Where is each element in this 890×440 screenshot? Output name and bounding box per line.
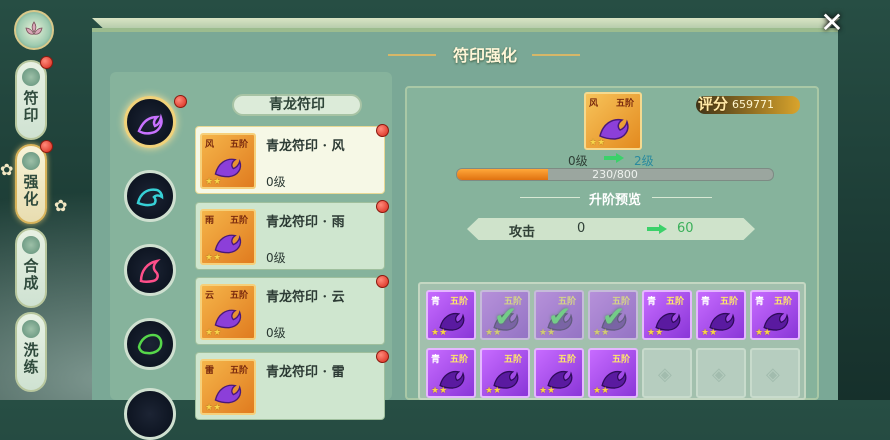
- close-button[interactable]: ✕: [812, 8, 852, 38]
- close-x-icon: ✕: [820, 6, 844, 39]
- material-slot[interactable]: 五阶 ★★: [588, 348, 638, 398]
- stat-preview-bar: 攻击 0 60: [467, 218, 755, 240]
- checkmark-icon: ✔: [494, 300, 518, 333]
- tab-hecheng-icon: [22, 236, 40, 254]
- list-header: 青龙符印: [232, 94, 362, 116]
- exp-progress-text: 230/800: [592, 168, 638, 181]
- notification-dot: [376, 200, 389, 213]
- star-rating-icon: ★★: [431, 386, 448, 396]
- notification-dot: [40, 140, 53, 153]
- tab-qianghua-icon: [22, 152, 40, 170]
- talisman-thumb-icon: 风五阶 ★★: [200, 133, 256, 189]
- star-rating-icon: ★★: [205, 328, 222, 338]
- score-label: 评分: [698, 95, 729, 113]
- list-item-name: 青龙符印 · 雨: [266, 215, 345, 230]
- list-item-name: 青龙符印 · 风: [266, 139, 345, 154]
- star-rating-icon: ★★: [431, 328, 448, 338]
- star-rating-icon: ★★: [589, 138, 606, 148]
- material-slot[interactable]: 五阶 ★★: [480, 348, 530, 398]
- material-slot[interactable]: 五阶 ★★ ✔: [480, 290, 530, 340]
- notification-dot: [376, 124, 389, 137]
- list-item[interactable]: 雷五阶 ★★ 青龙符印 · 雷: [195, 352, 385, 420]
- material-slot[interactable]: 青五阶 ★★: [426, 290, 476, 340]
- material-slot[interactable]: 青五阶 ★★: [426, 348, 476, 398]
- empty-material-slot[interactable]: ◈: [642, 348, 692, 398]
- list-item-level: 0级: [266, 175, 286, 189]
- exp-progress-bar: 230/800: [456, 168, 774, 181]
- tiger-icon: [136, 188, 164, 207]
- score-badge: 评分 659771: [696, 95, 800, 114]
- notification-dot: [40, 56, 53, 69]
- notification-dot: [376, 350, 389, 363]
- material-slot[interactable]: 五阶 ★★: [534, 348, 584, 398]
- category-baihu[interactable]: [124, 170, 176, 222]
- star-rating-icon: ★★: [647, 328, 664, 338]
- category-qilin[interactable]: [124, 388, 176, 440]
- material-slot[interactable]: 青五阶 ★★: [750, 290, 800, 340]
- arrow-right-icon: [604, 153, 624, 163]
- empty-slot-icon: ◈: [712, 364, 726, 385]
- tab-fuyin-icon: [22, 68, 40, 86]
- selected-talisman-icon: 风 五阶 ★★: [584, 92, 642, 150]
- checkmark-icon: ✔: [602, 300, 626, 333]
- checkmark-icon: ✔: [548, 300, 572, 333]
- score-value: 659771: [732, 98, 774, 111]
- empty-material-slot[interactable]: ◈: [750, 348, 800, 398]
- phoenix-icon: [139, 258, 161, 283]
- star-rating-icon: ★★: [205, 403, 222, 413]
- list-item-level: 0级: [266, 326, 286, 340]
- category-zhuque[interactable]: [124, 244, 176, 296]
- star-rating-icon: ★★: [539, 386, 556, 396]
- talisman-thumb-icon: 雨五阶 ★★: [200, 209, 256, 265]
- list-item[interactable]: 风五阶 ★★ 青龙符印 · 风 0级: [195, 126, 385, 194]
- star-rating-icon: ★★: [205, 177, 222, 187]
- tortoise-icon: [137, 333, 163, 355]
- talisman-thumb-icon: 云五阶 ★★: [200, 284, 256, 340]
- list-item-name: 青龙符印 · 云: [266, 290, 345, 305]
- level-from: 0级: [568, 154, 588, 168]
- category-qinglong[interactable]: [124, 96, 176, 148]
- tab-xilian-icon: [22, 320, 40, 338]
- tab-hecheng[interactable]: 合成: [15, 228, 47, 308]
- arrow-right-icon: [647, 224, 667, 234]
- tab-xilian-label: 洗练: [21, 342, 40, 376]
- star-rating-icon: ★★: [205, 253, 222, 263]
- empty-slot-icon: ◈: [658, 364, 672, 385]
- panel-title: 符印强化: [452, 46, 517, 65]
- category-xuanwu[interactable]: [124, 318, 176, 370]
- material-slot[interactable]: 五阶 ★★ ✔: [534, 290, 584, 340]
- lotus-icon[interactable]: [14, 10, 54, 50]
- stat-new-value: 60: [677, 221, 694, 236]
- star-rating-icon: ★★: [485, 386, 502, 396]
- talisman-thumb-icon: 雷五阶 ★★: [200, 359, 256, 415]
- star-rating-icon: ★★: [593, 386, 610, 396]
- empty-slot-icon: ◈: [766, 364, 780, 385]
- tab-fuyin[interactable]: 符印: [15, 60, 47, 140]
- notification-dot: [376, 275, 389, 288]
- tab-hecheng-label: 合成: [21, 258, 40, 292]
- material-slot[interactable]: 青五阶 ★★: [696, 290, 746, 340]
- tab-qianghua-label: 强化: [21, 174, 40, 208]
- star-rating-icon: ★★: [755, 328, 772, 338]
- level-to: 2级: [634, 154, 654, 168]
- list-item[interactable]: 雨五阶 ★★ 青龙符印 · 雨 0级: [195, 202, 385, 270]
- list-item-level: 0级: [266, 251, 286, 265]
- tab-xilian[interactable]: 洗练: [15, 312, 47, 392]
- tab-fuyin-label: 符印: [21, 90, 40, 124]
- list-item-name: 青龙符印 · 雷: [266, 365, 345, 380]
- stat-name: 攻击: [509, 225, 536, 240]
- tab-qianghua[interactable]: 强化: [15, 144, 47, 224]
- flower-decoration-icon: ✿: [54, 196, 68, 215]
- notification-dot: [174, 95, 187, 108]
- list-item[interactable]: 云五阶 ★★ 青龙符印 · 云 0级: [195, 277, 385, 345]
- star-rating-icon: ★★: [701, 328, 718, 338]
- dragon-icon: [137, 113, 163, 135]
- empty-material-slot[interactable]: ◈: [696, 348, 746, 398]
- material-slot[interactable]: 五阶 ★★ ✔: [588, 290, 638, 340]
- material-slot[interactable]: 青五阶 ★★: [642, 290, 692, 340]
- flower-decoration-icon: ✿: [0, 160, 14, 179]
- preview-title: 升阶预览: [588, 193, 641, 208]
- stat-value: 0: [577, 221, 586, 236]
